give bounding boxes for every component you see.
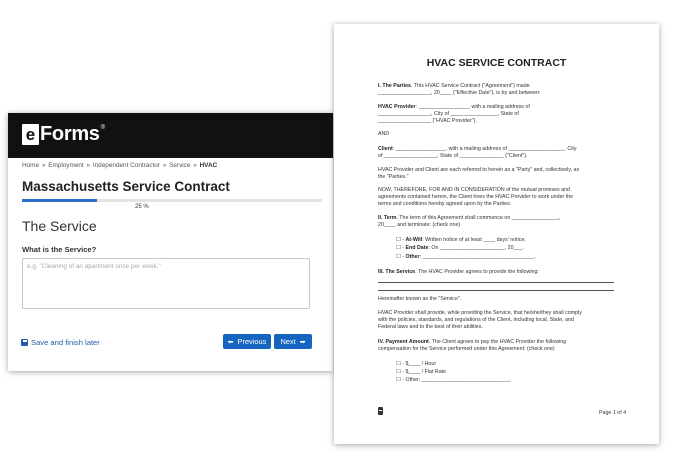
next-label: Next: [280, 337, 296, 346]
breadcrumb-separator: »: [162, 162, 167, 169]
logo-text: Forms: [40, 123, 100, 145]
breadcrumb-current: HVAC: [199, 162, 218, 169]
doc-heading: IV. Payment Amount: [378, 339, 429, 345]
previous-label: Previous: [237, 337, 267, 346]
section-title: The Service: [22, 218, 97, 234]
checkbox-icon: ☐ -: [396, 245, 404, 251]
doc-text: Federal laws and to the best of their ab…: [378, 324, 483, 330]
arrow-left-icon: ⬅: [227, 338, 234, 346]
form-card: e Forms ® Home » Employment » Independen…: [8, 113, 333, 371]
doc-heading: HVAC Provider: [378, 104, 416, 110]
doc-option: ☐ - $____ / Flat Rate: [396, 369, 447, 375]
progress-fill: [22, 199, 97, 202]
document-icon: [378, 407, 383, 415]
breadcrumb-separator: »: [41, 162, 46, 169]
doc-text: compensation for the Service performed u…: [378, 346, 555, 352]
doc-text: . This HVAC Service Contract ("Agreement…: [410, 83, 530, 89]
doc-heading: II. Term: [378, 215, 397, 221]
doc-text: . The HVAC Provider agrees to provide th…: [415, 269, 539, 275]
breadcrumb-service[interactable]: Service: [169, 162, 190, 169]
next-button[interactable]: Next ➡: [274, 334, 312, 349]
document-title: HVAC SERVICE CONTRACT: [426, 57, 567, 69]
blank-line: [378, 290, 614, 291]
save-icon: [21, 339, 28, 346]
logo-registered-mark: ®: [100, 125, 106, 131]
doc-text: __________________ ("HVAC Provider"),: [378, 118, 477, 124]
doc-text: : ______________________________________…: [419, 254, 536, 260]
doc-option: ☐ - End Date: On ______________________,…: [396, 245, 636, 252]
doc-text: . The term of this Agreement shall comme…: [396, 215, 561, 221]
document-preview: HVAC SERVICE CONTRACT I. The Parties. Th…: [334, 24, 659, 444]
doc-text: of __________________, State of ________…: [378, 153, 528, 159]
arrow-right-icon: ➡: [299, 338, 306, 346]
doc-option: ☐ - Other: _____________________________…: [396, 377, 512, 383]
previous-button[interactable]: ⬅ Previous: [223, 334, 271, 349]
doc-text: terms and conditions hereby agreed upon …: [378, 201, 512, 207]
breadcrumb-independent-contractor[interactable]: Independent Contractor: [93, 162, 160, 169]
question-label: What is the Service?: [22, 245, 97, 254]
checkbox-icon: ☐ -: [396, 237, 404, 243]
doc-text: : _________________, with a mailing addr…: [415, 104, 530, 110]
doc-service-line: III. The Service. The HVAC Provider agre…: [378, 269, 618, 276]
doc-heading: I. The Parties: [378, 83, 411, 89]
doc-text: : _________________, with a mailing addr…: [392, 146, 577, 152]
doc-option: ☐ - Other: _____________________________…: [396, 254, 636, 261]
progress-label: 25 %: [135, 204, 149, 210]
doc-text: Hereinafter known as the "Service".: [378, 296, 462, 302]
checkbox-icon: ☐ -: [396, 254, 404, 260]
form-header: e Forms ®: [8, 113, 333, 158]
doc-text: : On ______________________, 20___.: [428, 245, 524, 251]
doc-text: 20____ and terminate: (check one): [378, 222, 461, 228]
doc-option-head: End Date: [405, 245, 429, 251]
page-number: Page 1 of 4: [599, 410, 627, 416]
breadcrumb-separator: »: [193, 162, 197, 169]
save-and-finish-later-link[interactable]: Save and finish later: [21, 338, 100, 347]
doc-option: ☐ - At-Will: Written notice of at least …: [396, 237, 636, 244]
doc-heading: III. The Service: [378, 269, 416, 275]
blank-line: [378, 282, 614, 283]
service-answer-input[interactable]: [22, 258, 310, 309]
doc-heading: Client: [378, 146, 393, 152]
page-title: Massachusetts Service Contract: [22, 179, 230, 194]
doc-option: ☐ - $____ / Hour: [396, 361, 437, 367]
eforms-logo[interactable]: e Forms ®: [22, 124, 105, 145]
breadcrumb-employment[interactable]: Employment: [48, 162, 84, 169]
doc-text: : Written notice of at least ____ days' …: [422, 237, 526, 243]
doc-text: the "Parties.": [378, 174, 409, 180]
doc-text: AND: [378, 131, 390, 137]
progress-bar: [22, 199, 322, 202]
doc-text: . The Client agrees to pay the HVAC Prov…: [428, 339, 567, 345]
logo-e: e: [22, 124, 39, 145]
doc-text: __________________, 20____ ("Effective D…: [378, 90, 541, 96]
save-later-label: Save and finish later: [31, 338, 100, 347]
breadcrumb: Home » Employment » Independent Contract…: [22, 162, 217, 169]
breadcrumb-home[interactable]: Home: [22, 162, 39, 169]
breadcrumb-separator: »: [86, 162, 91, 169]
doc-option-head: At-Will: [405, 237, 423, 243]
doc-option-head: Other: [405, 254, 420, 260]
